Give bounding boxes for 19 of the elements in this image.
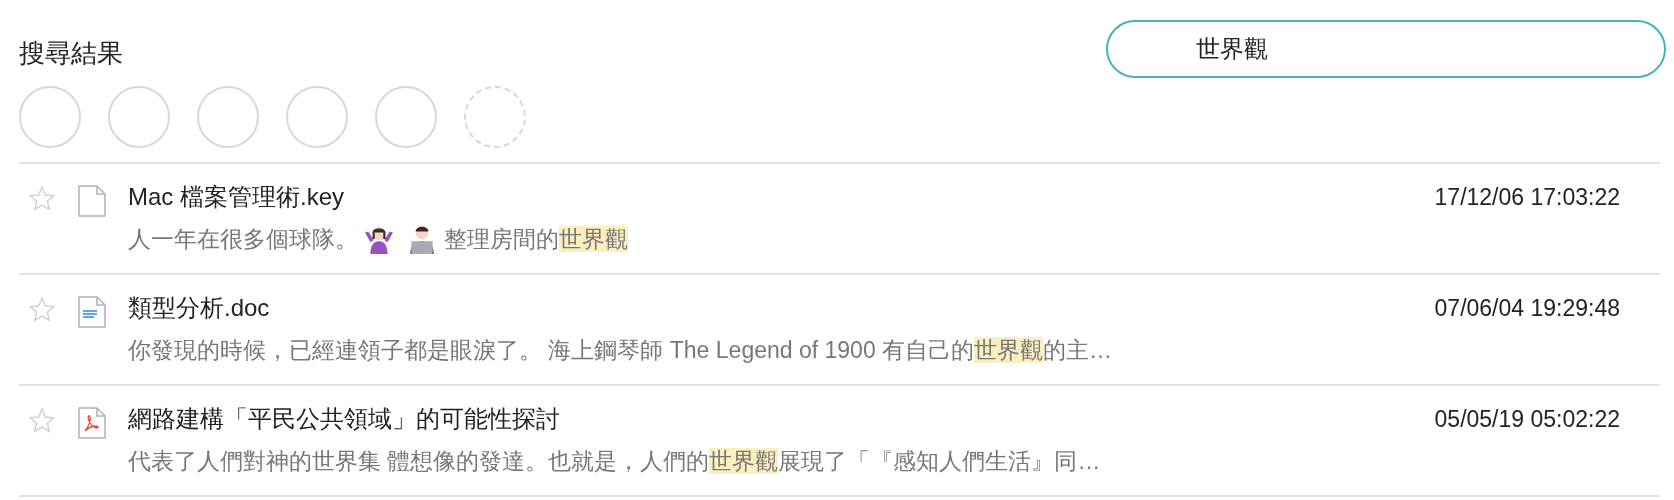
- star-icon[interactable]: [28, 185, 56, 213]
- snippet-text: 你發現的時候，已經連領子都是眼淚了。 海上鋼琴師 The Legend of 1900 有自己的世界觀的主…: [128, 336, 1113, 365]
- shrugging-person-icon: [364, 224, 394, 254]
- file-name[interactable]: 網路建構「平民公共領域」的可能性探討: [128, 403, 560, 435]
- star-icon[interactable]: [28, 296, 56, 324]
- star-icon[interactable]: [28, 407, 56, 435]
- snippet-text: 整理房間的世界觀: [444, 225, 628, 254]
- page-title: 搜尋結果: [19, 37, 124, 70]
- modified-date: 17/12/06 17:03:22: [1434, 183, 1620, 212]
- snippet-text: 代表了人們對神的世界集 體想像的發達。也就是，人們的世界觀展現了「『感知人們生活』同…: [128, 447, 1101, 476]
- file-name[interactable]: Mac 檔案管理術.key: [128, 181, 345, 213]
- file-name[interactable]: 類型分析.doc: [128, 292, 270, 324]
- modified-date: 07/06/04 19:29:48: [1434, 294, 1620, 323]
- document-icon: [78, 296, 106, 328]
- snippet-text: 人一年在很多個球隊。: [128, 225, 358, 254]
- file-icon: [78, 185, 106, 217]
- pdf-file-icon: [78, 407, 106, 439]
- search-field[interactable]: 世界觀: [1106, 20, 1666, 78]
- modified-date: 05/05/19 05:02:22: [1434, 405, 1620, 434]
